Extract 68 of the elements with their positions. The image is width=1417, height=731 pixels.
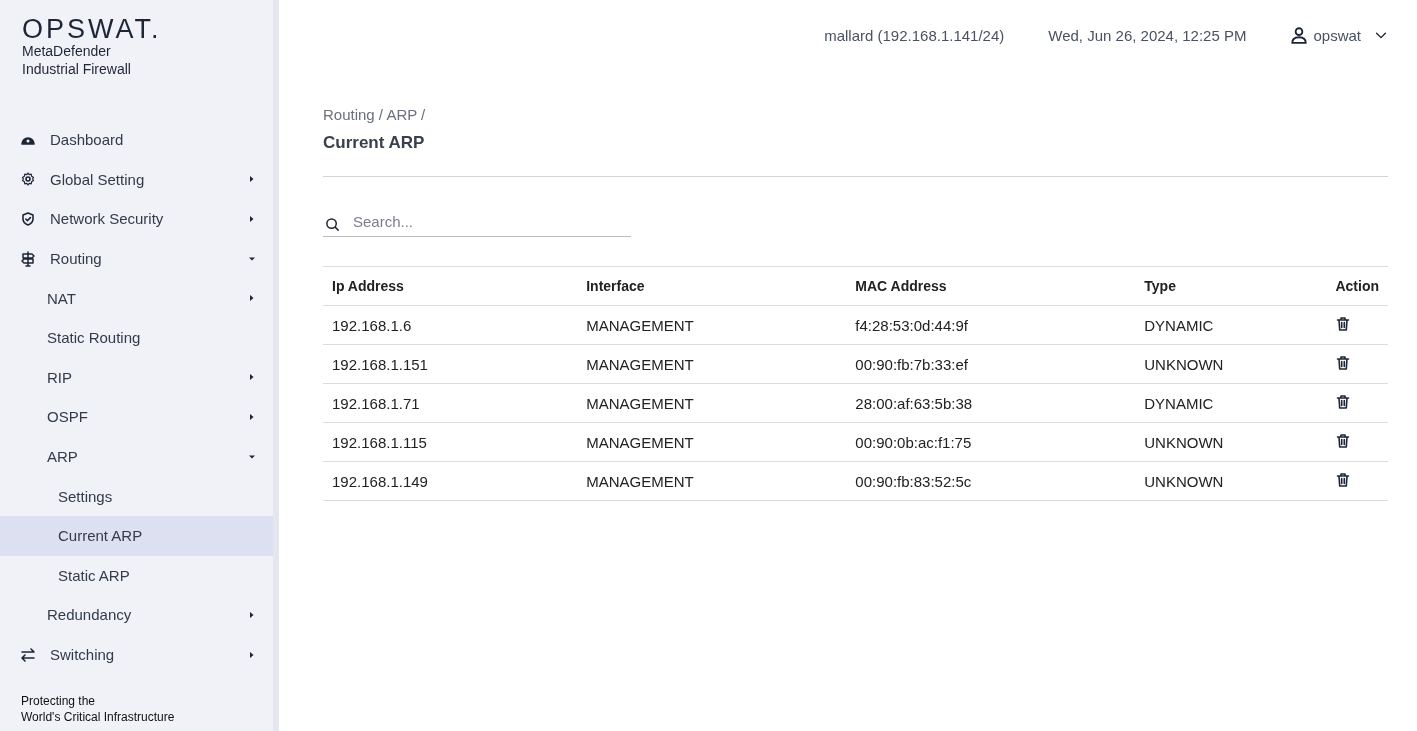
- table-cell: UNKNOWN: [1135, 344, 1327, 384]
- caret-right-icon: [248, 294, 256, 303]
- trash-icon: [1335, 354, 1352, 371]
- logo-wordmark: OPSWAT.: [22, 16, 162, 42]
- nav-item[interactable]: Static Routing: [0, 317, 273, 358]
- nav-item[interactable]: Network Security: [0, 199, 273, 239]
- nav-item[interactable]: OSPF: [0, 397, 273, 437]
- table-cell: 192.168.1.115: [323, 422, 578, 462]
- user-icon: [1290, 26, 1309, 44]
- tagline-text: World's Critical Infrastructure: [21, 709, 175, 725]
- table-cell: DYNAMIC: [1135, 305, 1327, 345]
- trash-icon: [1335, 315, 1352, 332]
- table-cell: MANAGEMENT: [577, 305, 847, 345]
- table-cell: 192.168.1.71: [323, 383, 578, 423]
- nav-item[interactable]: Routing: [0, 238, 273, 279]
- nav-item[interactable]: RIP: [0, 357, 273, 398]
- column-header: Type: [1135, 266, 1327, 306]
- table-cell: DYNAMIC: [1135, 383, 1327, 423]
- nav-item[interactable]: Switching: [0, 634, 273, 675]
- caret-right-icon: [248, 373, 256, 382]
- table-cell: MANAGEMENT: [577, 422, 847, 462]
- table-cell: MANAGEMENT: [577, 383, 847, 423]
- nav-item[interactable]: Redundancy: [0, 595, 273, 635]
- table-cell: 28:00:af:63:5b:38: [846, 383, 1136, 423]
- caret-right-icon: [248, 650, 256, 659]
- table-cell: 00:90:fb:83:52:5c: [846, 461, 1136, 501]
- arrows-exchange-icon: [20, 646, 36, 663]
- tagline-text: Protecting the: [21, 693, 96, 709]
- column-header: Action: [1326, 266, 1388, 306]
- table-cell: UNKNOWN: [1135, 461, 1327, 501]
- nav-item[interactable]: NAT: [0, 278, 273, 318]
- host-label: mallard (192.168.1.141/24): [824, 26, 1005, 44]
- column-header: MAC Address: [846, 266, 1136, 306]
- caret-right-icon: [248, 175, 256, 184]
- table-cell: 00:90:fb:7b:33:ef: [846, 344, 1136, 384]
- table-cell: MANAGEMENT: [577, 344, 847, 384]
- nav-item[interactable]: Dashboard: [0, 120, 273, 160]
- shield-check-icon: [20, 211, 36, 227]
- page-title: Current ARP: [323, 133, 425, 153]
- nav-item[interactable]: Static ARP: [0, 555, 273, 596]
- caret-right-icon: [248, 215, 256, 223]
- table-cell: 00:90:0b:ac:f1:75: [846, 422, 1136, 462]
- caret-right-icon: [248, 412, 256, 421]
- breadcrumb: Routing / ARP /: [323, 106, 426, 123]
- nav-item[interactable]: ARP: [0, 436, 273, 477]
- user-menu[interactable]: opswat: [1290, 26, 1388, 44]
- trash-icon: [1335, 471, 1352, 488]
- nav-item[interactable]: Settings: [0, 476, 273, 516]
- table-cell: MANAGEMENT: [577, 461, 847, 501]
- product-subtitle: Industrial Firewall: [22, 60, 131, 78]
- column-header: Interface: [577, 266, 847, 306]
- nav-item[interactable]: Global Setting: [0, 159, 273, 200]
- table-cell: UNKNOWN: [1135, 422, 1327, 462]
- caret-right-icon: [248, 610, 256, 619]
- trash-icon: [1335, 432, 1352, 449]
- date-time: Wed, Jun 26, 2024, 12:25 PM: [1048, 26, 1247, 44]
- column-header: Ip Address: [323, 266, 578, 306]
- settings-icon: [20, 171, 36, 188]
- table-cell: 192.168.1.149: [323, 461, 578, 501]
- search-field[interactable]: Search...: [323, 209, 631, 237]
- nav-item[interactable]: Current ARP: [0, 515, 273, 556]
- table-cell: 192.168.1.151: [323, 344, 578, 384]
- trash-icon: [1335, 393, 1352, 410]
- table-cell: 192.168.1.6: [323, 305, 578, 345]
- signpost-icon: [20, 250, 36, 267]
- search-icon: [325, 217, 340, 232]
- table-cell: f4:28:53:0d:44:9f: [846, 305, 1136, 345]
- product-name: MetaDefender: [22, 42, 111, 60]
